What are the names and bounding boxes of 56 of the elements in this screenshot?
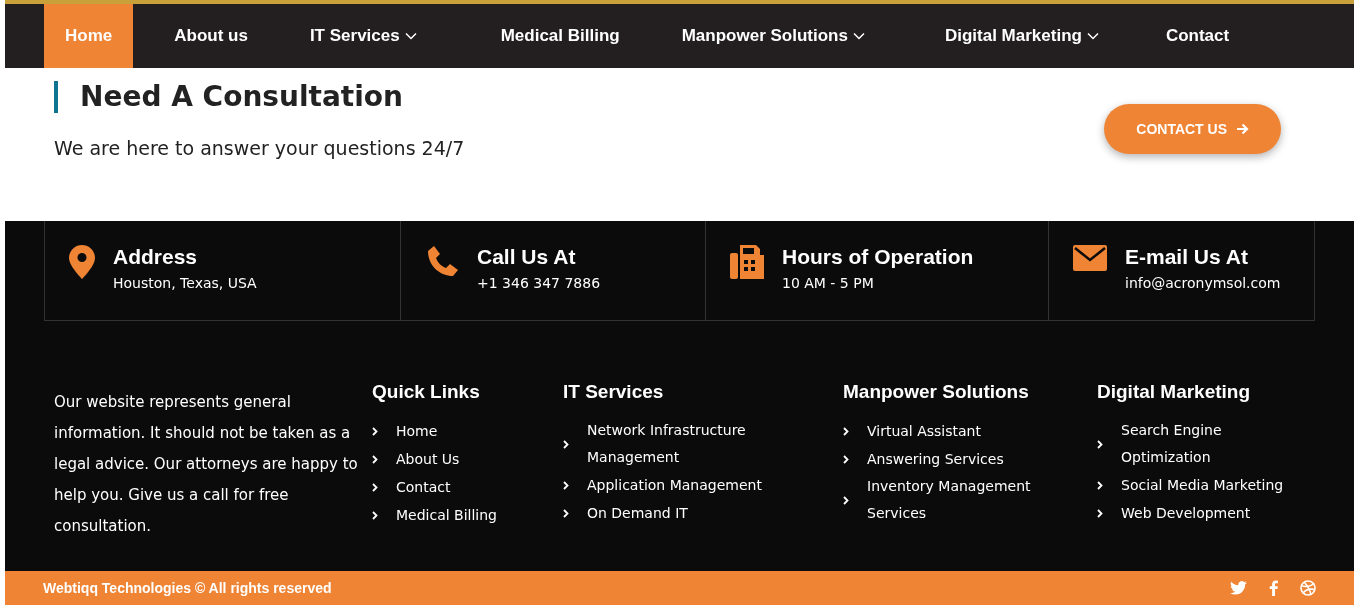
section-heading: Need A Consultation: [54, 81, 465, 113]
nav-link[interactable]: Digital Marketing: [923, 4, 1120, 68]
nav-link[interactable]: About us: [153, 4, 269, 68]
footer-link[interactable]: Search Engine Optimization: [1121, 417, 1301, 471]
footer-link[interactable]: Web Development: [1121, 499, 1251, 527]
chevron-right-icon: [843, 454, 849, 464]
footer-link[interactable]: Application Management: [587, 471, 762, 499]
footer-link[interactable]: Home: [396, 417, 438, 445]
chevron-right-icon: [372, 510, 378, 520]
chevron-right-icon: [1097, 508, 1103, 518]
footer-link[interactable]: Inventory Management Services: [867, 473, 1047, 527]
copyright-text: Webtiqq Technologies © All rights reserved: [43, 580, 332, 596]
contact-value: info@acronymsol.com: [1125, 275, 1281, 291]
contact-title: Hours of Operation: [782, 245, 974, 269]
chevron-right-icon: [563, 439, 569, 449]
nav-link[interactable]: Contact: [1144, 4, 1251, 68]
about-text: Our website represents general information. It should not be taken as a legal advice. Our attorneys are happy to help you. Give us a call for free consultation.: [54, 392, 359, 537]
column-heading: Manpower Solutions: [843, 381, 1030, 403]
column-heading: Quick Links: [372, 381, 481, 403]
footer-link[interactable]: Virtual Assistant: [867, 417, 981, 445]
contact-value: Houston, Texas, USA: [113, 275, 257, 291]
fax-icon: [730, 245, 764, 279]
contact-value: +1 346 347 7886: [477, 275, 601, 291]
chevron-right-icon: [843, 495, 849, 505]
chevron-right-icon: [372, 454, 378, 464]
contact-title: Call Us At: [477, 245, 577, 269]
footer-link[interactable]: Contact: [396, 473, 451, 501]
twitter-icon[interactable]: [1230, 581, 1247, 595]
column-heading: IT Services: [563, 381, 665, 403]
map-pin-icon: [69, 245, 95, 279]
contact-title: Address: [113, 245, 199, 269]
nav-link[interactable]: Medical Billing: [479, 4, 641, 68]
chevron-right-icon: [563, 480, 569, 490]
footer-link[interactable]: Network Infrastructure Management: [587, 417, 767, 471]
nav-link[interactable]: IT Services: [288, 4, 438, 68]
footer-link[interactable]: On Demand IT: [587, 499, 688, 527]
facebook-icon[interactable]: [1269, 580, 1278, 596]
chevron-right-icon: [372, 482, 378, 492]
column-heading: Digital Marketing: [1097, 381, 1252, 403]
chevron-right-icon: [563, 508, 569, 518]
contact-title: E-mail Us At: [1125, 245, 1249, 269]
chevron-right-icon: [1097, 480, 1103, 490]
nav-link[interactable]: Manpower Solutions: [660, 4, 886, 68]
phone-icon: [425, 245, 459, 279]
footer-link[interactable]: Medical Billing: [396, 501, 497, 529]
footer-link[interactable]: About Us: [396, 445, 460, 473]
contact-value: 10 AM - 5 PM: [782, 275, 875, 291]
chevron-right-icon: [372, 426, 378, 436]
envelope-icon: [1073, 245, 1107, 271]
arrow-right-icon: [1236, 123, 1249, 135]
footer-link[interactable]: Answering Services: [867, 445, 1004, 473]
chevron-right-icon: [1097, 439, 1103, 449]
dribbble-icon[interactable]: [1300, 580, 1316, 596]
section-subtitle: We are here to answer your questions 24/7: [54, 137, 465, 159]
chevron-right-icon: [843, 426, 849, 436]
footer-link[interactable]: Social Media Marketing: [1121, 471, 1284, 499]
